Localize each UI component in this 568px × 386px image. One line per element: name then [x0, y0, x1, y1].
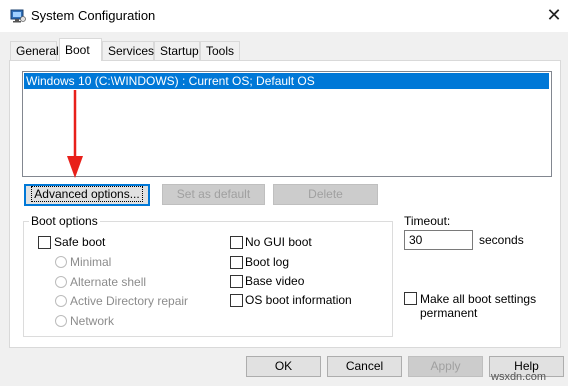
no-gui-boot-label: No GUI boot	[245, 235, 312, 249]
base-video-label: Base video	[245, 274, 305, 288]
boot-log-checkbox[interactable]	[230, 256, 243, 269]
make-permanent-label-line1: Make all boot settings	[420, 292, 537, 306]
red-arrow-annotation-icon	[62, 88, 88, 183]
no-gui-boot-checkbox[interactable]	[230, 236, 243, 249]
os-boot-information-label: OS boot information	[245, 293, 352, 307]
safe-boot-label: Safe boot	[54, 235, 106, 249]
ok-button[interactable]: OK	[246, 356, 321, 377]
watermark: wsxdn.com	[491, 371, 547, 383]
make-permanent-label-line2: permanent	[420, 306, 478, 320]
window-title: System Configuration	[31, 8, 156, 23]
safe-boot-checkbox[interactable]	[38, 236, 51, 249]
tab-tools[interactable]: Tools	[200, 41, 240, 60]
make-permanent-checkbox[interactable]	[404, 292, 417, 305]
set-as-default-button[interactable]: Set as default	[162, 184, 265, 205]
boot-log-label: Boot log	[245, 255, 290, 269]
tab-general[interactable]: General	[10, 41, 59, 60]
delete-button[interactable]: Delete	[273, 184, 378, 205]
tab-services[interactable]: Services	[102, 41, 154, 60]
tab-startup[interactable]: Startup	[154, 41, 200, 60]
minimal-radio[interactable]	[55, 256, 67, 268]
timeout-label: Timeout:	[404, 214, 451, 228]
base-video-checkbox[interactable]	[230, 275, 243, 288]
cancel-button[interactable]: Cancel	[327, 356, 402, 377]
advanced-options-label: Advanced options...	[31, 186, 143, 202]
apply-button[interactable]: Apply	[408, 356, 483, 377]
close-icon[interactable]: ✕	[542, 4, 566, 28]
alternate-shell-label: Alternate shell	[70, 275, 147, 289]
timeout-unit: seconds	[479, 233, 524, 247]
network-radio[interactable]	[55, 315, 67, 327]
boot-options-title: Boot options	[29, 214, 100, 228]
os-list-item-selected[interactable]: Windows 10 (C:\WINDOWS) : Current OS; De…	[24, 73, 549, 89]
tab-boot[interactable]: Boot	[59, 38, 102, 61]
os-boot-information-checkbox[interactable]	[230, 294, 243, 307]
alternate-shell-radio[interactable]	[55, 276, 67, 288]
active-directory-repair-label: Active Directory repair	[70, 294, 189, 308]
system-configuration-app-icon	[10, 8, 26, 24]
timeout-input[interactable]: 30	[404, 230, 473, 250]
advanced-options-button[interactable]: Advanced options...	[24, 184, 150, 206]
network-label: Network	[70, 314, 115, 328]
minimal-label: Minimal	[70, 255, 112, 269]
active-directory-repair-radio[interactable]	[55, 295, 67, 307]
